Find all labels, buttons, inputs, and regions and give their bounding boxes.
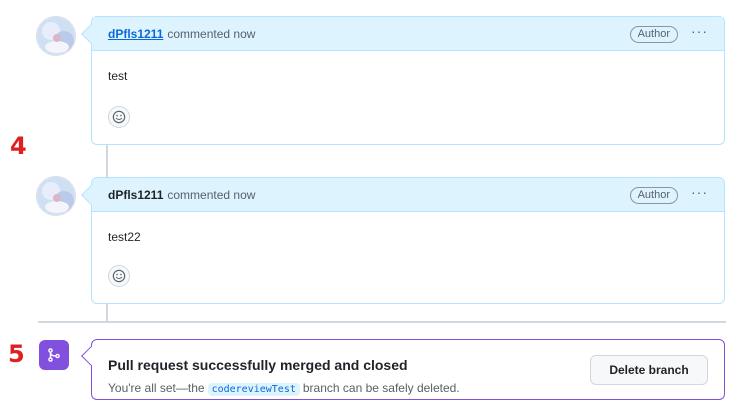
timeline-divider [38,321,726,323]
comment-author-link[interactable]: dPfls1211 [108,27,163,41]
comment-body: test22 [108,230,141,244]
branch-name: codereviewTest [207,383,300,396]
delete-branch-button[interactable]: Delete branch [590,355,708,385]
merge-status-box: Pull request successfully merged and clo… [81,339,725,400]
add-reaction-button[interactable] [108,106,130,128]
avatar[interactable] [36,16,76,56]
comment-card: dPfls1211 commented now Author ··· test [81,16,725,145]
step-marker-4: 4 [10,132,27,160]
timeline-connector [106,304,108,321]
comment-card: dPfls1211 commented now Author ··· test2… [81,177,725,304]
smiley-icon [112,110,126,124]
merge-desc-prefix: You're all set—the [108,381,205,395]
author-badge: Author [629,26,678,43]
comment-header: dPfls1211 commented now Author ··· [81,178,724,212]
avatar[interactable] [36,176,76,216]
git-merge-icon [39,340,69,370]
comment-timestamp: commented now [167,26,256,41]
merge-status-title: Pull request successfully merged and clo… [108,357,408,373]
comment-header: dPfls1211 commented now Author ··· [81,17,724,51]
merge-desc-suffix: branch can be safely deleted. [302,381,460,395]
more-options-icon[interactable]: ··· [691,23,708,39]
comment-author-link[interactable]: dPfls1211 [108,188,163,202]
comment-timestamp: commented now [167,187,256,202]
author-badge: Author [629,187,678,204]
step-marker-5: 5 [8,340,25,368]
add-reaction-button[interactable] [108,265,130,287]
smiley-icon [112,269,126,283]
comment-body: test [108,69,128,83]
merge-status-description: You're all set—the codereviewTest branch c… [108,381,460,396]
more-options-icon[interactable]: ··· [691,184,708,200]
timeline-connector [106,145,108,177]
